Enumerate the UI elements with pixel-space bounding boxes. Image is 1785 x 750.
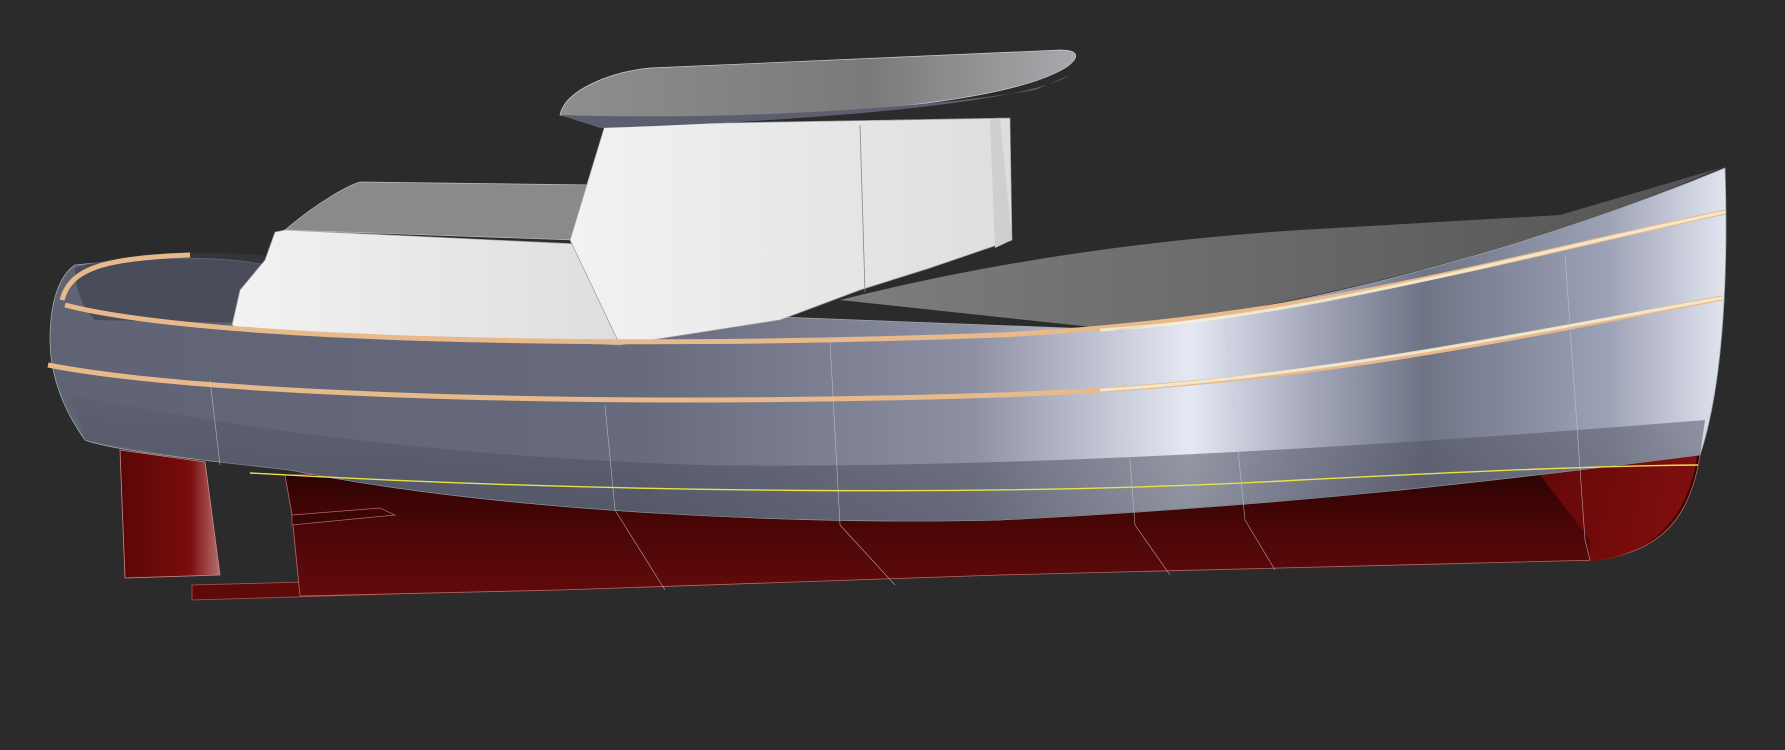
aft-cabin-roof bbox=[284, 181, 596, 241]
rudder bbox=[119, 449, 221, 579]
aft-cabin bbox=[231, 229, 621, 346]
render-viewport bbox=[0, 0, 1785, 750]
boat-render bbox=[47, 49, 1727, 601]
